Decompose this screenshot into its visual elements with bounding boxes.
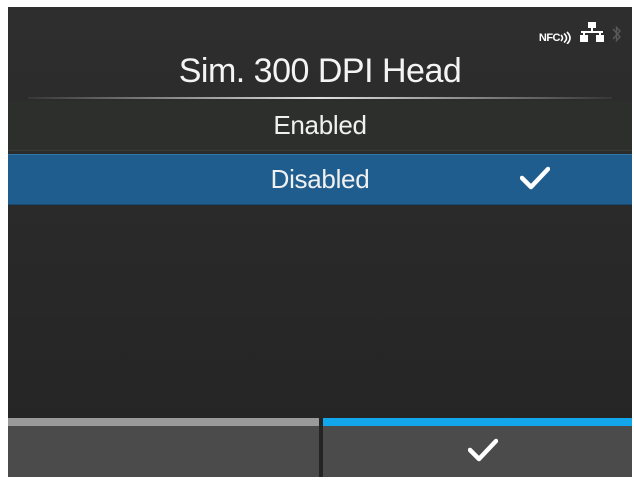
option-disabled[interactable]: Disabled (8, 154, 632, 205)
option-label: Enabled (273, 110, 367, 140)
softkey-back[interactable] (8, 418, 319, 477)
printer-display: NFC Sim. 300 DPI Head Enabled Disabled (8, 7, 632, 477)
option-enabled[interactable]: Enabled (8, 101, 632, 151)
option-label: Disabled (270, 164, 370, 194)
bluetooth-icon (612, 24, 622, 44)
nfc-icon: NFC (539, 24, 572, 44)
page-title: Sim. 300 DPI Head (178, 52, 462, 90)
title-divider (28, 97, 612, 99)
checkmark-icon (467, 438, 499, 467)
network-icon (580, 21, 604, 47)
softkey-confirm[interactable] (323, 418, 632, 477)
status-icons: NFC (539, 21, 622, 47)
nfc-label: NFC (538, 32, 561, 44)
checkmark-icon (519, 166, 551, 197)
